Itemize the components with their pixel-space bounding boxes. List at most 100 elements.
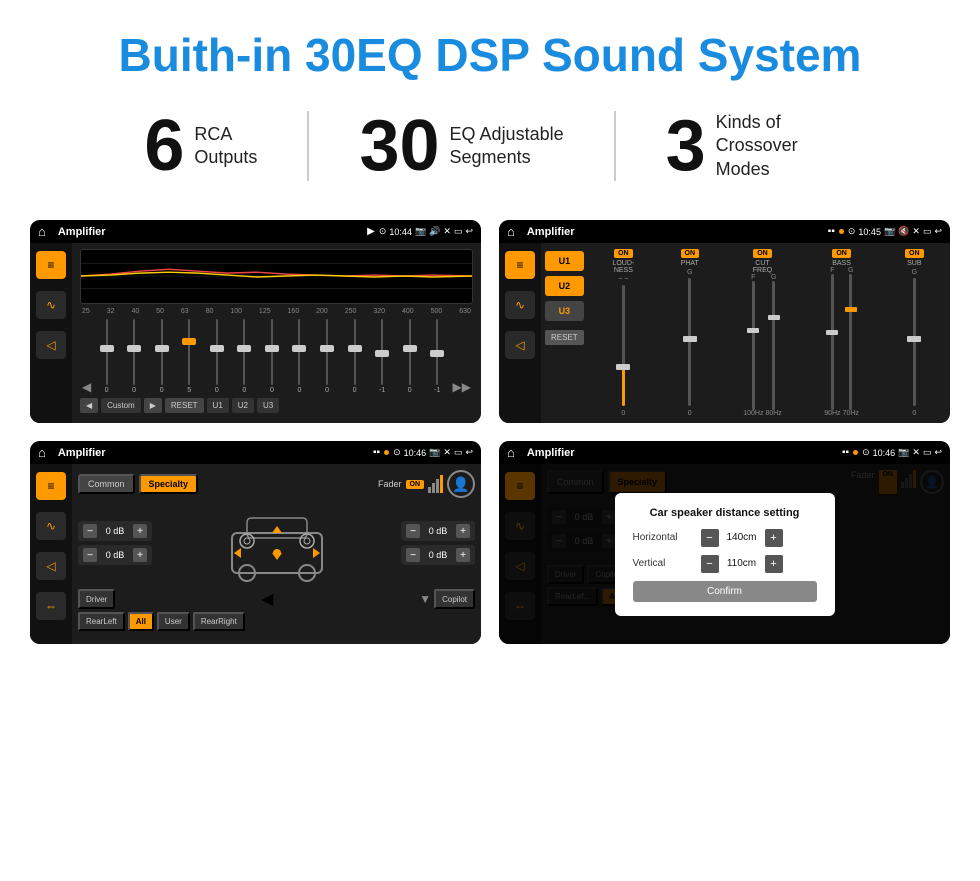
sidebar-btn2-eq[interactable]: ≡ bbox=[505, 251, 535, 279]
volume-icon-2: 🔇 bbox=[898, 226, 909, 237]
home-icon-3[interactable]: ⌂ bbox=[38, 445, 46, 460]
dialog-h-minus[interactable]: − bbox=[701, 529, 719, 547]
sidebar-btn2-wave[interactable]: ∿ bbox=[505, 291, 535, 319]
db-plus-4[interactable]: + bbox=[456, 548, 470, 562]
sidebar-btn-wave[interactable]: ∿ bbox=[36, 291, 66, 319]
location-icon-3: ⊙ bbox=[393, 447, 401, 458]
db-plus-1[interactable]: + bbox=[133, 524, 147, 538]
preset-u3[interactable]: U3 bbox=[545, 301, 584, 321]
stat-number-crossover: 3 bbox=[666, 110, 706, 182]
sub-label: SUB bbox=[907, 260, 921, 267]
eq-slider-8[interactable]: 0 bbox=[287, 319, 312, 394]
dot-orange-4 bbox=[853, 450, 858, 455]
bass-label: BASS bbox=[832, 260, 851, 267]
sidebar-btn-eq-active[interactable]: ≡ bbox=[36, 251, 66, 279]
fader-on[interactable]: ON bbox=[406, 480, 425, 489]
eq-graph bbox=[80, 249, 473, 304]
db-minus-4[interactable]: − bbox=[406, 548, 420, 562]
btn-rearleft[interactable]: RearLeft bbox=[78, 612, 125, 631]
cutfreq-on[interactable]: ON bbox=[753, 249, 772, 258]
eq-play-next[interactable]: ▶ bbox=[144, 398, 162, 413]
sidebar-btn3-speaker[interactable]: ◁ bbox=[36, 552, 66, 580]
media-icon-1: ▶ bbox=[367, 226, 375, 237]
dsp-reset-btn[interactable]: RESET bbox=[545, 330, 584, 345]
back-icon-4[interactable]: ↩ bbox=[934, 447, 942, 458]
eq-main: 2532 4050 6380 100125 160200 250320 4005… bbox=[72, 243, 481, 423]
loudness-label: LOUD-NESS bbox=[612, 260, 634, 274]
dialog-h-plus[interactable]: + bbox=[765, 529, 783, 547]
location-icon-2: ⊙ bbox=[848, 226, 856, 237]
preset-u1[interactable]: U1 bbox=[545, 251, 584, 271]
eq-u2-btn[interactable]: U2 bbox=[232, 398, 254, 413]
eq-arrows-right[interactable]: ▶▶ bbox=[453, 380, 471, 394]
sidebar-btn2-speaker[interactable]: ◁ bbox=[505, 331, 535, 359]
eq-slider-11[interactable]: -1 bbox=[370, 319, 395, 394]
loudness-on[interactable]: ON bbox=[614, 249, 633, 258]
eq-arrows-left[interactable]: ◀ bbox=[82, 380, 91, 394]
sidebar-btn3-arrows[interactable]: ⇔ bbox=[36, 592, 66, 620]
phat-on[interactable]: ON bbox=[681, 249, 700, 258]
eq-slider-3[interactable]: 0 bbox=[149, 319, 174, 394]
stat-rca: 6 RCAOutputs bbox=[94, 110, 307, 182]
eq-slider-5[interactable]: 0 bbox=[204, 319, 229, 394]
tab-specialty[interactable]: Specialty bbox=[139, 474, 199, 494]
stat-number-eq: 30 bbox=[359, 110, 439, 182]
user-icon[interactable]: 👤 bbox=[447, 470, 475, 498]
eq-custom-btn[interactable]: Custom bbox=[101, 398, 141, 413]
screen2-sidebar: ≡ ∿ ◁ bbox=[499, 243, 541, 423]
btn-driver[interactable]: Driver bbox=[78, 589, 115, 609]
eq-slider-7[interactable]: 0 bbox=[260, 319, 285, 394]
tab-common[interactable]: Common bbox=[78, 474, 135, 494]
dialog-confirm-btn[interactable]: Confirm bbox=[633, 581, 817, 602]
cv-arrow-down[interactable]: ▼ bbox=[419, 589, 431, 609]
eq-slider-1[interactable]: 0 bbox=[94, 319, 119, 394]
stats-row: 6 RCAOutputs 30 EQ AdjustableSegments 3 … bbox=[0, 100, 980, 210]
cv-bottom-btns: Driver ◀ ▼ Copilot RearLeft All User Rea… bbox=[78, 589, 475, 631]
home-icon-1[interactable]: ⌂ bbox=[38, 224, 46, 239]
back-icon-2[interactable]: ↩ bbox=[934, 226, 942, 237]
eq-u3-btn[interactable]: U3 bbox=[257, 398, 279, 413]
dialog-v-minus[interactable]: − bbox=[701, 555, 719, 573]
home-icon-4[interactable]: ⌂ bbox=[507, 445, 515, 460]
screen1-title: Amplifier bbox=[58, 226, 363, 238]
db-plus-3[interactable]: + bbox=[456, 524, 470, 538]
sidebar-btn-speaker[interactable]: ◁ bbox=[36, 331, 66, 359]
stat-label-eq: EQ AdjustableSegments bbox=[450, 123, 564, 170]
sidebar-btn3-wave[interactable]: ∿ bbox=[36, 512, 66, 540]
db-minus-3[interactable]: − bbox=[406, 524, 420, 538]
eq-reset-btn[interactable]: RESET bbox=[165, 398, 204, 413]
eq-slider-12[interactable]: 0 bbox=[397, 319, 422, 394]
cv-arrow-left[interactable]: ◀ bbox=[118, 589, 416, 609]
eq-play-prev[interactable]: ◀ bbox=[80, 398, 98, 413]
db-minus-2[interactable]: − bbox=[83, 548, 97, 562]
db-plus-2[interactable]: + bbox=[133, 548, 147, 562]
cv-header: Common Specialty Fader ON 👤 bbox=[78, 470, 475, 498]
btn-rearright[interactable]: RearRight bbox=[193, 612, 245, 631]
status-icons-2: ⊙ 10:45 📷 🔇 ✕ ▭ ↩ bbox=[848, 226, 942, 237]
screen1-content: ≡ ∿ ◁ 2 bbox=[30, 243, 481, 423]
screen2-content: ≡ ∿ ◁ U1 U2 U3 RESET ON LOUD-NESS ~ ~ bbox=[499, 243, 950, 423]
sidebar-btn3-eq[interactable]: ≡ bbox=[36, 472, 66, 500]
eq-slider-9[interactable]: 0 bbox=[315, 319, 340, 394]
car-diagram-wrap bbox=[160, 503, 393, 583]
btn-all[interactable]: All bbox=[128, 612, 154, 631]
back-icon-3[interactable]: ↩ bbox=[465, 447, 473, 458]
channel-cutfreq: ON CUTFREQ F 100Hz G bbox=[724, 249, 800, 417]
eq-slider-4[interactable]: 5 bbox=[177, 319, 202, 394]
eq-slider-10[interactable]: 0 bbox=[342, 319, 367, 394]
eq-u1-btn[interactable]: U1 bbox=[207, 398, 229, 413]
eq-slider-13[interactable]: -1 bbox=[425, 319, 450, 394]
db-minus-1[interactable]: − bbox=[83, 524, 97, 538]
back-icon-1[interactable]: ↩ bbox=[465, 226, 473, 237]
dialog-title: Car speaker distance setting bbox=[633, 507, 817, 519]
sub-on[interactable]: ON bbox=[905, 249, 924, 258]
dialog-v-plus[interactable]: + bbox=[765, 555, 783, 573]
eq-slider-6[interactable]: 0 bbox=[232, 319, 257, 394]
bass-on[interactable]: ON bbox=[832, 249, 851, 258]
btn-copilot[interactable]: Copilot bbox=[434, 589, 475, 609]
stat-label-crossover: Kinds ofCrossover Modes bbox=[716, 111, 836, 181]
btn-user[interactable]: User bbox=[157, 612, 190, 631]
eq-slider-2[interactable]: 0 bbox=[122, 319, 147, 394]
preset-u2[interactable]: U2 bbox=[545, 276, 584, 296]
home-icon-2[interactable]: ⌂ bbox=[507, 224, 515, 239]
